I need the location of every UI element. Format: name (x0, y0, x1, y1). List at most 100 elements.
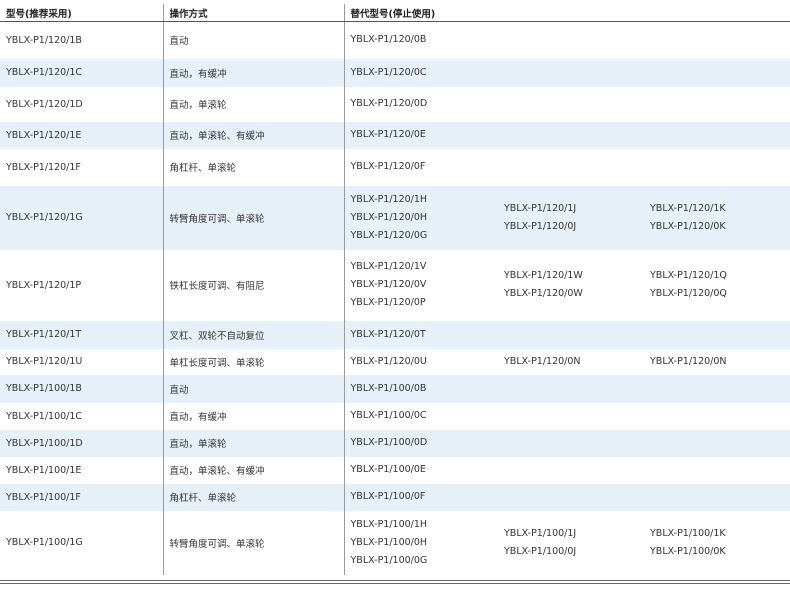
cell-replacement-2: YBLX-P1/120/0N (498, 349, 644, 375)
cell-operation: 转臂角度可调、单滚轮 (163, 510, 345, 575)
replacement-model: YBLX-P1/120/0V (350, 279, 427, 290)
table-row: YBLX-P1/120/1T 叉杠、双轮不自动复位 YBLX-P1/120/0T (0, 320, 790, 349)
table-body: YBLX-P1/120/1B 直动 YBLX-P1/120/0B YBLX-P1/12… (0, 21, 790, 575)
replacement-model: YBLX-P1/120/0F (350, 161, 426, 172)
replacement-model: YBLX-P1/120/0T (350, 328, 426, 340)
cell-replacement-3: YBLX-P1/120/0N (644, 349, 790, 375)
replacement-model: YBLX-P1/100/0E (350, 464, 426, 475)
cell-replacement-3 (644, 403, 790, 430)
cell-replacement-1: YBLX-P1/100/0D (344, 429, 498, 457)
replacement-model: YBLX-P1/120/1W (504, 270, 583, 281)
cell-replacement-2 (498, 121, 644, 149)
cell-replacement-1: YBLX-P1/100/0C (344, 403, 498, 430)
cell-replacement-2 (498, 403, 644, 430)
table-row: YBLX-P1/120/1F 角杠杆、单滚轮 YBLX-P1/120/0F (0, 148, 790, 186)
cell-replacement-1: YBLX-P1/120/0B (344, 22, 498, 59)
cell-replacement-3: YBLX-P1/120/1K YBLX-P1/120/0K (644, 185, 790, 250)
bottom-rule-1 (0, 580, 790, 581)
cell-replacement-3 (644, 320, 790, 349)
replacement-model: YBLX-P1/100/0B (350, 382, 427, 394)
cell-replacement-3 (644, 374, 790, 403)
cell-replacement-3 (644, 121, 790, 149)
cell-model: YBLX-P1/120/1F (0, 148, 164, 186)
cell-replacement-3 (644, 457, 790, 484)
cell-operation: 单杠长度可调、单滚轮 (163, 348, 345, 375)
replacement-model: YBLX-P1/100/0K (650, 545, 726, 557)
cell-model: YBLX-P1/100/1G (0, 510, 164, 575)
cell-model: YBLX-P1/120/1U (0, 348, 164, 375)
cell-operation: 直动，有缓冲 (163, 402, 345, 430)
replacement-model: YBLX-P1/100/0F (350, 491, 426, 502)
cell-replacement-1: YBLX-P1/120/0U (344, 349, 498, 375)
cell-replacement-2: YBLX-P1/100/1J YBLX-P1/100/0J (498, 511, 644, 575)
replacement-model: YBLX-P1/100/0C (350, 410, 427, 421)
cell-replacement-1: YBLX-P1/100/0B (344, 374, 498, 403)
cell-replacement-2 (498, 374, 644, 403)
replacement-model: YBLX-P1/100/0J (504, 545, 577, 557)
cell-replacement-1: YBLX-P1/120/0D (344, 87, 498, 122)
table-header: 型号(推荐采用) 操作方式 替代型号(停止使用) (0, 4, 790, 22)
table-row: YBLX-P1/100/1E 直动，单滚轮、有缓冲 YBLX-P1/100/0E (0, 456, 790, 484)
cell-replacement-2 (498, 149, 644, 186)
cell-model: YBLX-P1/120/1E (0, 121, 164, 149)
table-row: YBLX-P1/100/1G 转臂角度可调、单滚轮 YBLX-P1/100/1H YB… (0, 510, 790, 575)
cell-replacement-2 (498, 429, 644, 457)
cell-replacement-1: YBLX-P1/120/0C (344, 58, 498, 87)
table-row: YBLX-P1/120/1E 直动，单滚轮、有缓冲 YBLX-P1/120/0E (0, 121, 790, 149)
replacement-model: YBLX-P1/120/1V (350, 261, 427, 272)
cell-replacement-1: YBLX-P1/100/0E (344, 457, 498, 484)
replacement-model: YBLX-P1/120/0N (650, 355, 727, 367)
cell-operation: 角杠杆、单滚轮 (163, 483, 345, 511)
cell-replacement-3 (644, 22, 790, 59)
cell-operation: 直动，有缓冲 (163, 58, 345, 87)
table-row: YBLX-P1/120/1B 直动 YBLX-P1/120/0B (0, 21, 790, 59)
replacement-model: YBLX-P1/120/0U (350, 355, 427, 367)
replacement-model: YBLX-P1/120/1J (504, 202, 577, 214)
cell-model: YBLX-P1/120/1B (0, 21, 164, 59)
cell-operation: 角杠杆、单滚轮 (163, 148, 345, 186)
model-table: 型号(推荐采用) 操作方式 替代型号(停止使用) YBLX-P1/120/1B 直… (0, 4, 790, 575)
cell-replacement-2 (498, 483, 644, 511)
table-row: YBLX-P1/100/1D 直动，单滚轮 YBLX-P1/100/0D (0, 429, 790, 457)
cell-replacement-1: YBLX-P1/120/1V YBLX-P1/120/0V YBLX-P1/120/… (344, 250, 498, 321)
table-row: YBLX-P1/120/1G 转臂角度可调、单滚轮 YBLX-P1/120/1H YB… (0, 185, 790, 250)
cell-replacement-2 (498, 320, 644, 349)
cell-model: YBLX-P1/100/1C (0, 402, 164, 430)
table-row: YBLX-P1/100/1F 角杠杆、单滚轮 YBLX-P1/100/0F (0, 483, 790, 511)
table-row: YBLX-P1/100/1B 直动 YBLX-P1/100/0B (0, 374, 790, 403)
bottom-rule-2 (0, 583, 790, 584)
cell-operation: 直动 (163, 21, 345, 59)
cell-model: YBLX-P1/100/1B (0, 374, 164, 403)
replacement-model: YBLX-P1/120/0C (350, 66, 427, 78)
replacement-model: YBLX-P1/120/0J (504, 220, 577, 232)
replacement-model: YBLX-P1/100/0G (350, 554, 428, 566)
page: 型号(推荐采用) 操作方式 替代型号(停止使用) YBLX-P1/120/1B 直… (0, 0, 790, 589)
cell-model: YBLX-P1/120/1P (0, 249, 164, 321)
cell-model: YBLX-P1/120/1G (0, 185, 164, 250)
cell-replacement-3: YBLX-P1/120/1Q YBLX-P1/120/0Q (644, 250, 790, 321)
header-replaced-model: 替代型号(停止使用) (344, 4, 790, 22)
header-recommended-model: 型号(推荐采用) (0, 4, 164, 22)
cell-model: YBLX-P1/120/1D (0, 86, 164, 122)
cell-operation: 转臂角度可调、单滚轮 (163, 185, 345, 250)
cell-replacement-3 (644, 483, 790, 511)
cell-replacement-2: YBLX-P1/120/1W YBLX-P1/120/0W (498, 250, 644, 321)
replacement-model: YBLX-P1/120/1K (650, 202, 726, 214)
replacement-model: YBLX-P1/120/0B (350, 34, 427, 46)
table-row: YBLX-P1/100/1C 直动，有缓冲 YBLX-P1/100/0C (0, 402, 790, 430)
header-operation-mode: 操作方式 (163, 4, 345, 22)
cell-operation: 铁杠长度可调、有阻尼 (163, 249, 345, 321)
replacement-model: YBLX-P1/120/0Q (650, 288, 727, 299)
cell-replacement-1: YBLX-P1/100/1H YBLX-P1/100/0H YBLX-P1/100/… (344, 511, 498, 575)
cell-replacement-2 (498, 22, 644, 59)
cell-replacement-3 (644, 87, 790, 122)
cell-replacement-1: YBLX-P1/120/1H YBLX-P1/120/0H YBLX-P1/120/… (344, 185, 498, 250)
table-row: YBLX-P1/120/1C 直动，有缓冲 YBLX-P1/120/0C (0, 58, 790, 87)
cell-replacement-1: YBLX-P1/120/0T (344, 320, 498, 349)
cell-replacement-1: YBLX-P1/100/0F (344, 483, 498, 511)
replacement-model: YBLX-P1/100/0D (350, 437, 428, 448)
replacement-model: YBLX-P1/120/0H (350, 211, 428, 223)
cell-replacement-3: YBLX-P1/100/1K YBLX-P1/100/0K (644, 511, 790, 575)
cell-replacement-3 (644, 58, 790, 87)
replacement-model: YBLX-P1/120/0N (504, 355, 581, 367)
